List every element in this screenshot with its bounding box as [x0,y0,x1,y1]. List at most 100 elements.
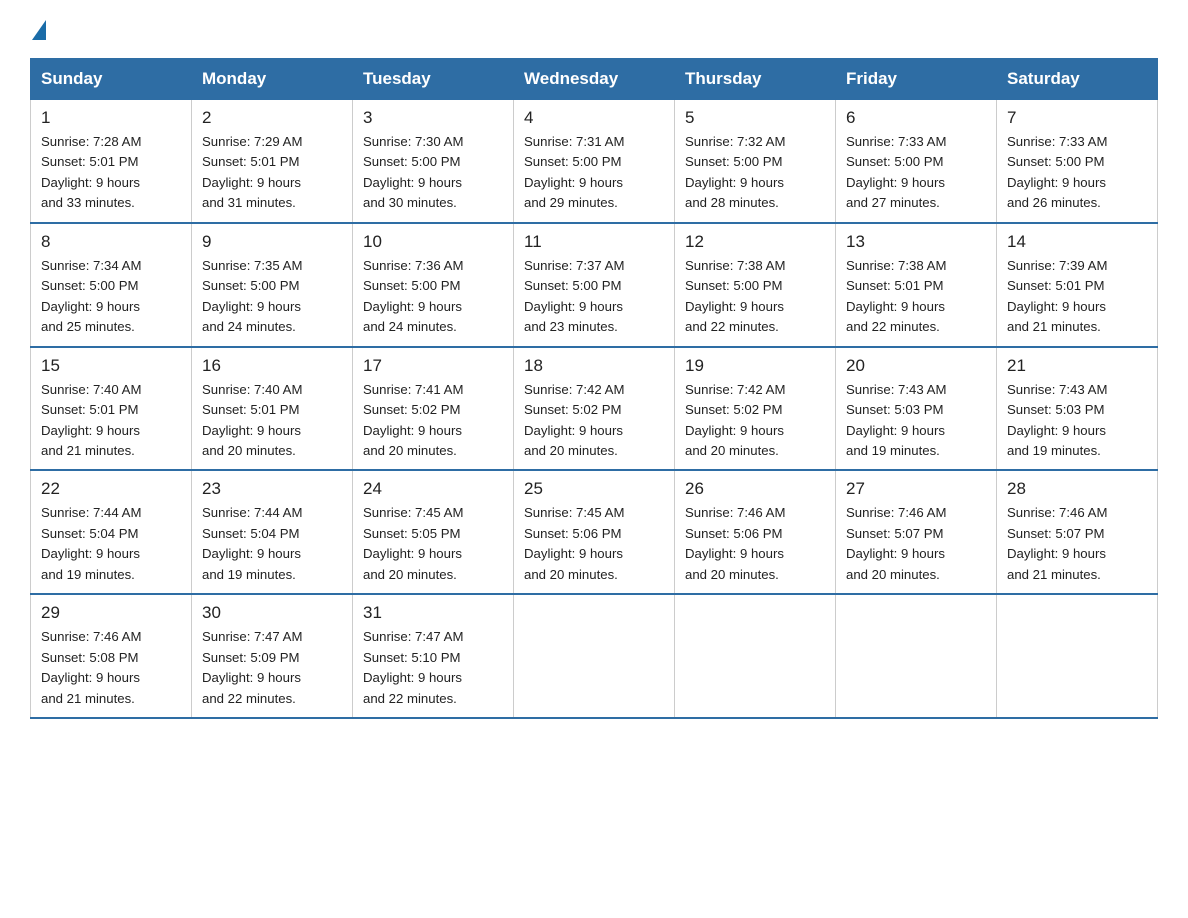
day-number: 17 [363,356,503,376]
day-number: 7 [1007,108,1147,128]
day-info: Sunrise: 7:43 AMSunset: 5:03 PMDaylight:… [1007,380,1147,462]
calendar-cell: 22 Sunrise: 7:44 AMSunset: 5:04 PMDaylig… [31,470,192,594]
calendar-cell: 2 Sunrise: 7:29 AMSunset: 5:01 PMDayligh… [192,100,353,223]
calendar-cell: 13 Sunrise: 7:38 AMSunset: 5:01 PMDaylig… [836,223,997,347]
day-number: 21 [1007,356,1147,376]
day-info: Sunrise: 7:41 AMSunset: 5:02 PMDaylight:… [363,380,503,462]
day-number: 29 [41,603,181,623]
day-number: 1 [41,108,181,128]
calendar-cell: 18 Sunrise: 7:42 AMSunset: 5:02 PMDaylig… [514,347,675,471]
calendar-cell: 9 Sunrise: 7:35 AMSunset: 5:00 PMDayligh… [192,223,353,347]
day-number: 14 [1007,232,1147,252]
calendar-cell: 14 Sunrise: 7:39 AMSunset: 5:01 PMDaylig… [997,223,1158,347]
day-info: Sunrise: 7:40 AMSunset: 5:01 PMDaylight:… [41,380,181,462]
day-info: Sunrise: 7:43 AMSunset: 5:03 PMDaylight:… [846,380,986,462]
calendar-cell: 15 Sunrise: 7:40 AMSunset: 5:01 PMDaylig… [31,347,192,471]
day-info: Sunrise: 7:46 AMSunset: 5:08 PMDaylight:… [41,627,181,709]
calendar-header-row: SundayMondayTuesdayWednesdayThursdayFrid… [31,59,1158,100]
calendar-week-3: 15 Sunrise: 7:40 AMSunset: 5:01 PMDaylig… [31,347,1158,471]
day-info: Sunrise: 7:42 AMSunset: 5:02 PMDaylight:… [524,380,664,462]
calendar-cell [836,594,997,718]
calendar-week-4: 22 Sunrise: 7:44 AMSunset: 5:04 PMDaylig… [31,470,1158,594]
calendar-cell: 24 Sunrise: 7:45 AMSunset: 5:05 PMDaylig… [353,470,514,594]
calendar-cell: 25 Sunrise: 7:45 AMSunset: 5:06 PMDaylig… [514,470,675,594]
day-number: 5 [685,108,825,128]
day-number: 19 [685,356,825,376]
day-number: 12 [685,232,825,252]
day-number: 15 [41,356,181,376]
calendar-cell: 3 Sunrise: 7:30 AMSunset: 5:00 PMDayligh… [353,100,514,223]
calendar-cell: 29 Sunrise: 7:46 AMSunset: 5:08 PMDaylig… [31,594,192,718]
day-number: 2 [202,108,342,128]
calendar-cell: 5 Sunrise: 7:32 AMSunset: 5:00 PMDayligh… [675,100,836,223]
logo-triangle-icon [32,20,46,40]
calendar-cell: 7 Sunrise: 7:33 AMSunset: 5:00 PMDayligh… [997,100,1158,223]
day-number: 10 [363,232,503,252]
day-info: Sunrise: 7:36 AMSunset: 5:00 PMDaylight:… [363,256,503,338]
day-info: Sunrise: 7:44 AMSunset: 5:04 PMDaylight:… [202,503,342,585]
day-number: 3 [363,108,503,128]
calendar-cell [997,594,1158,718]
calendar-cell: 26 Sunrise: 7:46 AMSunset: 5:06 PMDaylig… [675,470,836,594]
calendar-cell: 16 Sunrise: 7:40 AMSunset: 5:01 PMDaylig… [192,347,353,471]
day-number: 24 [363,479,503,499]
logo [30,20,48,40]
day-number: 27 [846,479,986,499]
day-number: 28 [1007,479,1147,499]
day-info: Sunrise: 7:44 AMSunset: 5:04 PMDaylight:… [41,503,181,585]
calendar-cell: 10 Sunrise: 7:36 AMSunset: 5:00 PMDaylig… [353,223,514,347]
calendar-week-5: 29 Sunrise: 7:46 AMSunset: 5:08 PMDaylig… [31,594,1158,718]
day-info: Sunrise: 7:28 AMSunset: 5:01 PMDaylight:… [41,132,181,214]
calendar-cell: 6 Sunrise: 7:33 AMSunset: 5:00 PMDayligh… [836,100,997,223]
calendar-cell: 8 Sunrise: 7:34 AMSunset: 5:00 PMDayligh… [31,223,192,347]
day-number: 8 [41,232,181,252]
calendar-cell: 11 Sunrise: 7:37 AMSunset: 5:00 PMDaylig… [514,223,675,347]
header-friday: Friday [836,59,997,100]
day-info: Sunrise: 7:46 AMSunset: 5:07 PMDaylight:… [1007,503,1147,585]
calendar-week-1: 1 Sunrise: 7:28 AMSunset: 5:01 PMDayligh… [31,100,1158,223]
header-saturday: Saturday [997,59,1158,100]
day-number: 9 [202,232,342,252]
day-info: Sunrise: 7:39 AMSunset: 5:01 PMDaylight:… [1007,256,1147,338]
day-info: Sunrise: 7:29 AMSunset: 5:01 PMDaylight:… [202,132,342,214]
day-info: Sunrise: 7:46 AMSunset: 5:07 PMDaylight:… [846,503,986,585]
day-number: 6 [846,108,986,128]
day-info: Sunrise: 7:42 AMSunset: 5:02 PMDaylight:… [685,380,825,462]
day-number: 4 [524,108,664,128]
day-info: Sunrise: 7:45 AMSunset: 5:06 PMDaylight:… [524,503,664,585]
calendar-cell [675,594,836,718]
calendar-cell: 31 Sunrise: 7:47 AMSunset: 5:10 PMDaylig… [353,594,514,718]
day-number: 18 [524,356,664,376]
day-number: 13 [846,232,986,252]
day-info: Sunrise: 7:33 AMSunset: 5:00 PMDaylight:… [1007,132,1147,214]
day-info: Sunrise: 7:45 AMSunset: 5:05 PMDaylight:… [363,503,503,585]
calendar-cell [514,594,675,718]
day-info: Sunrise: 7:30 AMSunset: 5:00 PMDaylight:… [363,132,503,214]
calendar-cell: 23 Sunrise: 7:44 AMSunset: 5:04 PMDaylig… [192,470,353,594]
day-info: Sunrise: 7:32 AMSunset: 5:00 PMDaylight:… [685,132,825,214]
header-sunday: Sunday [31,59,192,100]
day-number: 26 [685,479,825,499]
day-info: Sunrise: 7:38 AMSunset: 5:00 PMDaylight:… [685,256,825,338]
day-info: Sunrise: 7:35 AMSunset: 5:00 PMDaylight:… [202,256,342,338]
calendar-cell: 21 Sunrise: 7:43 AMSunset: 5:03 PMDaylig… [997,347,1158,471]
day-info: Sunrise: 7:33 AMSunset: 5:00 PMDaylight:… [846,132,986,214]
header-monday: Monday [192,59,353,100]
day-info: Sunrise: 7:40 AMSunset: 5:01 PMDaylight:… [202,380,342,462]
day-number: 11 [524,232,664,252]
day-number: 31 [363,603,503,623]
calendar-table: SundayMondayTuesdayWednesdayThursdayFrid… [30,58,1158,719]
calendar-cell: 4 Sunrise: 7:31 AMSunset: 5:00 PMDayligh… [514,100,675,223]
day-number: 23 [202,479,342,499]
day-info: Sunrise: 7:47 AMSunset: 5:09 PMDaylight:… [202,627,342,709]
day-number: 30 [202,603,342,623]
day-info: Sunrise: 7:38 AMSunset: 5:01 PMDaylight:… [846,256,986,338]
calendar-week-2: 8 Sunrise: 7:34 AMSunset: 5:00 PMDayligh… [31,223,1158,347]
calendar-cell: 12 Sunrise: 7:38 AMSunset: 5:00 PMDaylig… [675,223,836,347]
day-number: 25 [524,479,664,499]
day-info: Sunrise: 7:31 AMSunset: 5:00 PMDaylight:… [524,132,664,214]
day-info: Sunrise: 7:46 AMSunset: 5:06 PMDaylight:… [685,503,825,585]
calendar-cell: 20 Sunrise: 7:43 AMSunset: 5:03 PMDaylig… [836,347,997,471]
day-number: 20 [846,356,986,376]
header-tuesday: Tuesday [353,59,514,100]
